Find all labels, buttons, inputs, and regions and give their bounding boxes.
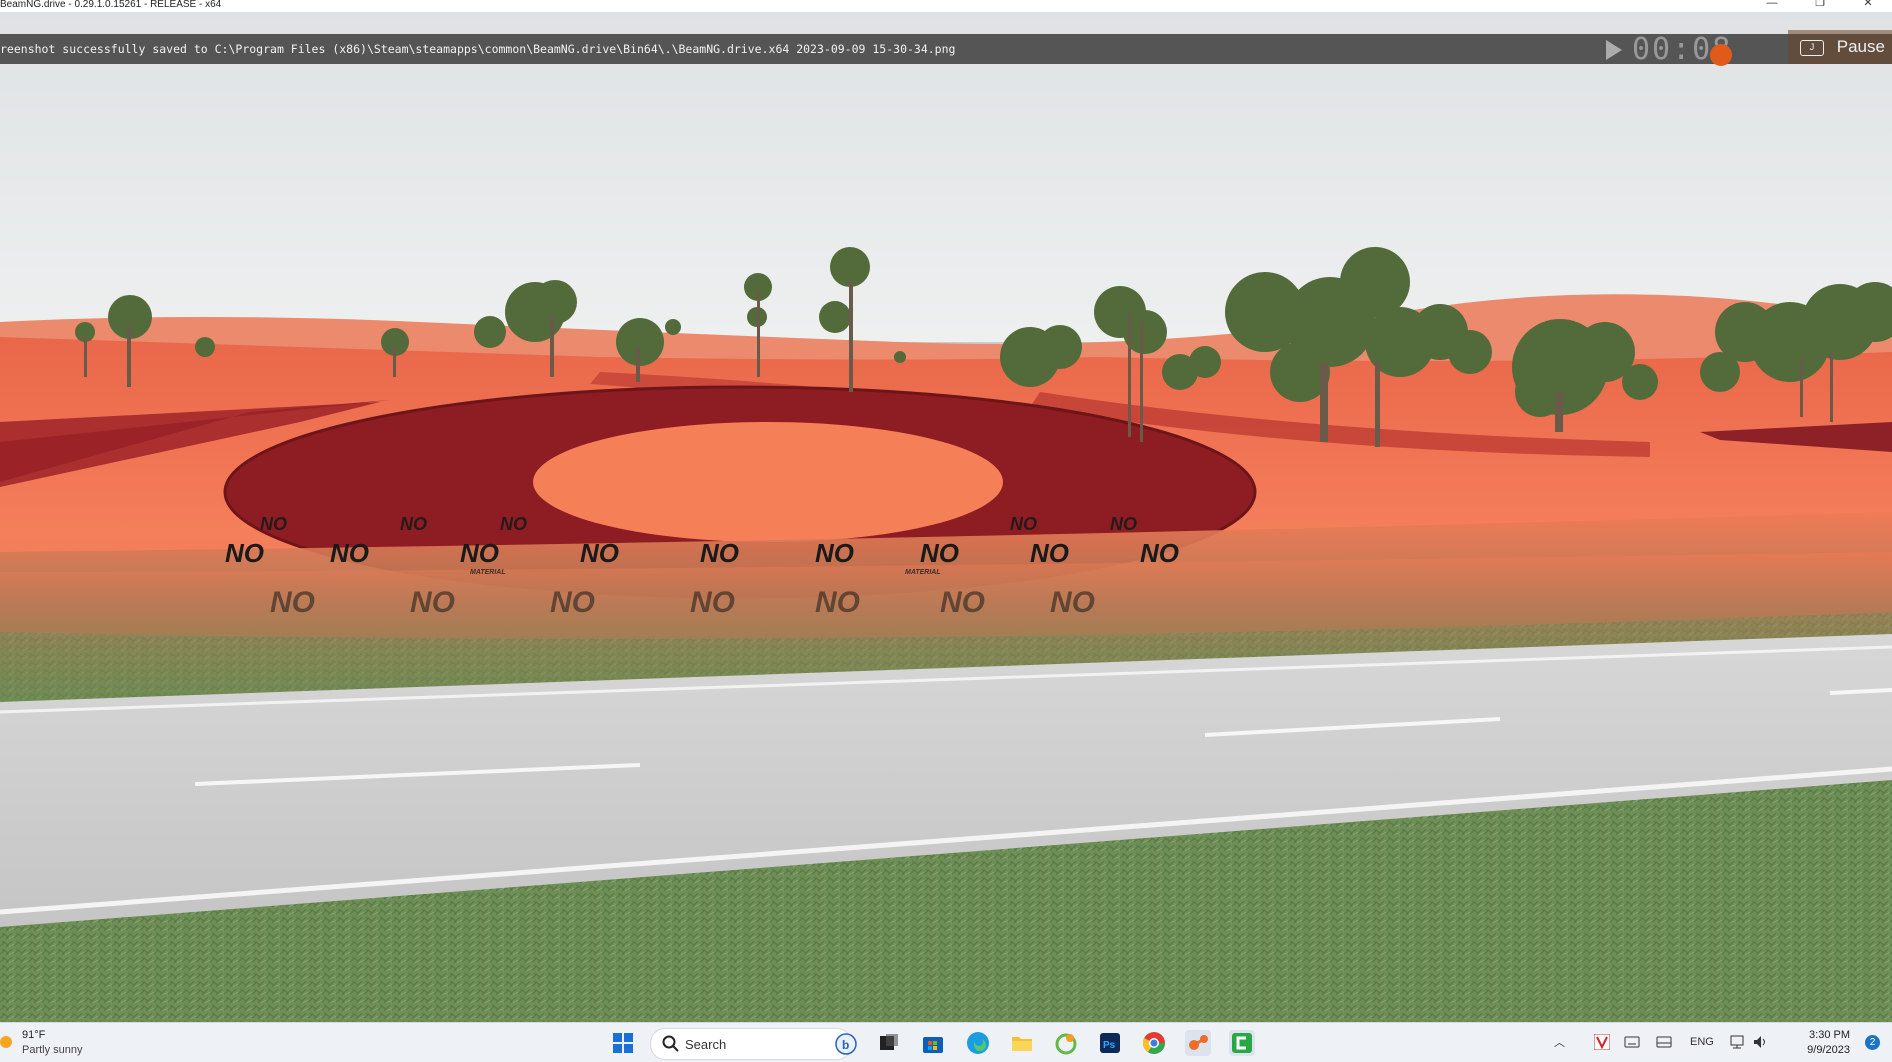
greenshot-icon <box>1055 1033 1077 1055</box>
vivaldi-icon[interactable] <box>1594 1034 1610 1050</box>
no-material-label: NO <box>815 538 854 568</box>
no-material-label: NO <box>1030 538 1069 568</box>
microsoft-store-button[interactable] <box>920 1030 946 1056</box>
weather-condition: Partly sunny <box>22 1044 83 1056</box>
edge-button[interactable] <box>965 1030 991 1056</box>
folder-icon <box>1012 1037 1032 1051</box>
no-material-label: NO <box>1010 514 1037 534</box>
restore-button[interactable]: ❐ <box>1800 0 1840 10</box>
no-material-label: NO <box>700 538 739 568</box>
search-placeholder: Search <box>685 1037 727 1052</box>
clock[interactable]: 3:30 PM 9/9/2023 <box>1807 1028 1850 1058</box>
chrome-icon <box>1142 1032 1165 1054</box>
play-icon[interactable] <box>1606 40 1622 60</box>
no-material-label: NO <box>1110 514 1137 534</box>
window-title: BeamNG.drive - 0.29.1.0.15261 - RELEASE … <box>0 0 222 10</box>
no-material-label: NO <box>270 586 315 619</box>
network-icon[interactable] <box>1730 1034 1746 1050</box>
chrome-button[interactable] <box>1141 1030 1167 1056</box>
game-viewport[interactable]: NO NO NO NO NO NO NO NO NO NO NO NO NO N… <box>0 12 1892 1022</box>
no-material-label: NO <box>500 514 527 534</box>
display-icon[interactable] <box>1656 1034 1672 1050</box>
greenshot-button[interactable] <box>1053 1030 1079 1056</box>
task-view-icon <box>880 1034 898 1050</box>
minimize-button[interactable]: — <box>1752 0 1792 10</box>
no-material-label: NO <box>1140 538 1179 568</box>
language-indicator[interactable]: ENG <box>1690 1036 1714 1052</box>
windows-logo-icon <box>613 1033 633 1053</box>
clock-date: 9/9/2023 <box>1807 1044 1850 1056</box>
no-material-sublabel: MATERIAL <box>470 569 506 576</box>
no-material-label: NO <box>940 586 985 619</box>
bing-copilot-icon[interactable]: b <box>835 1033 857 1055</box>
volume-icon[interactable] <box>1752 1034 1768 1050</box>
no-material-sublabel: MATERIAL <box>905 569 941 576</box>
camtasia-icon <box>1232 1033 1252 1053</box>
pause-button[interactable]: J Pause <box>1788 30 1892 64</box>
notification-badge[interactable]: 2 <box>1865 1035 1880 1050</box>
weather-temperature: 91°F <box>22 1029 46 1041</box>
no-material-label: NO <box>815 586 860 619</box>
no-material-label: NO <box>460 538 499 568</box>
start-button[interactable] <box>610 1030 636 1056</box>
edge-icon <box>967 1032 989 1054</box>
svg-text:b: b <box>842 1038 849 1052</box>
taskbar: 91°F Partly sunny Search b Ps ︿ ENG 3:30… <box>0 1022 1892 1062</box>
no-material-label: NO <box>260 514 287 534</box>
system-tray: ︿ ENG 3:30 PM 9/9/2023 2 <box>1532 1023 1892 1062</box>
no-material-label: NO <box>330 538 369 568</box>
camtasia-button[interactable] <box>1229 1030 1255 1056</box>
store-icon <box>923 1037 943 1053</box>
record-indicator-icon <box>1710 44 1732 66</box>
no-material-label: NO <box>550 586 595 619</box>
game-scene: NO NO NO NO NO NO NO NO NO NO NO NO NO N… <box>0 12 1892 1022</box>
close-button[interactable]: ✕ <box>1848 0 1888 10</box>
no-material-label: NO <box>1050 586 1095 619</box>
photoshop-icon: Ps <box>1100 1033 1120 1053</box>
sun-icon <box>0 1036 12 1048</box>
no-material-label: NO <box>920 538 959 568</box>
no-material-label: NO <box>580 538 619 568</box>
search-icon <box>662 1035 679 1052</box>
no-material-label: NO <box>690 586 735 619</box>
keyboard-icon[interactable] <box>1624 1034 1640 1050</box>
task-view-button[interactable] <box>876 1030 902 1056</box>
search-box[interactable]: Search b <box>650 1028 857 1060</box>
replay-overlay: 00:08 J Pause <box>1592 30 1892 68</box>
no-material-label: NO <box>410 586 455 619</box>
file-explorer-button[interactable] <box>1009 1030 1035 1056</box>
beamng-icon <box>1189 1035 1208 1050</box>
pause-label: Pause <box>1836 37 1885 56</box>
window-titlebar: BeamNG.drive - 0.29.1.0.15261 - RELEASE … <box>0 0 1892 12</box>
no-material-label: NO <box>400 514 427 534</box>
svg-text:Ps: Ps <box>1103 1040 1116 1051</box>
photoshop-button[interactable]: Ps <box>1097 1030 1123 1056</box>
clock-time: 3:30 PM <box>1809 1029 1850 1041</box>
beamng-button[interactable] <box>1185 1030 1211 1056</box>
chevron-up-icon[interactable]: ︿ <box>1554 1034 1565 1050</box>
no-material-label: NO <box>225 538 264 568</box>
keyboard-key-icon: J <box>1800 39 1824 56</box>
